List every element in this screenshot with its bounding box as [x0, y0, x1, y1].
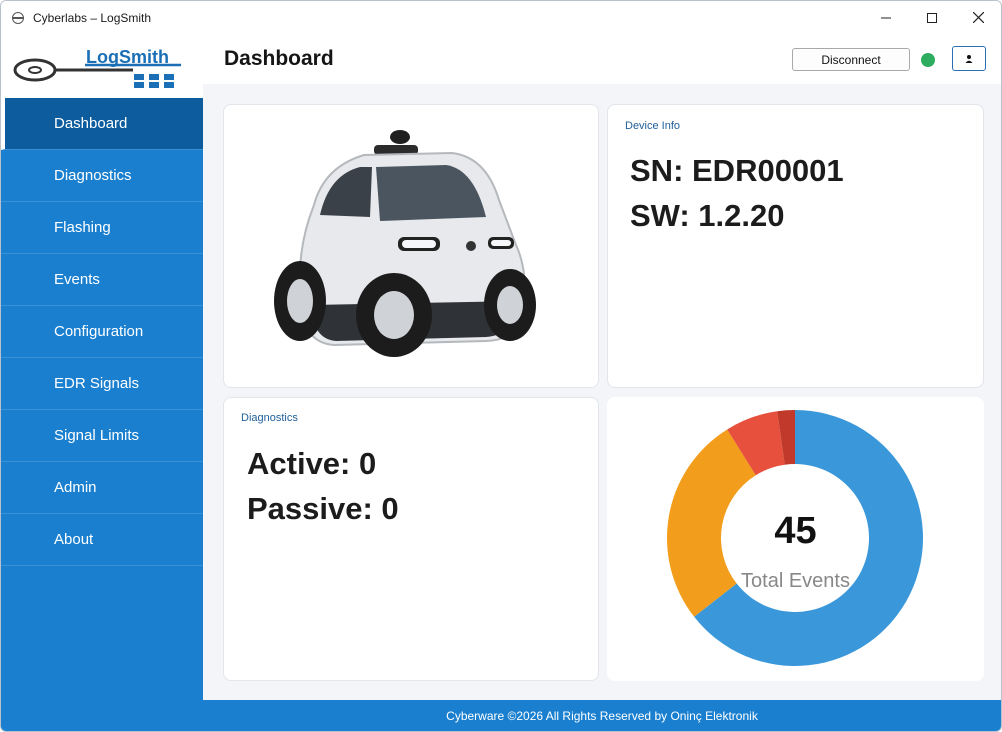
window-title: Cyberlabs – LogSmith	[33, 11, 152, 25]
sidebar-item-label: Flashing	[54, 219, 111, 236]
sidebar-item-label: Admin	[54, 479, 97, 496]
user-icon	[965, 54, 973, 63]
connection-status-indicator	[921, 53, 935, 67]
logo-text: LogSmith	[86, 47, 169, 67]
sidebar-nav: Dashboard Diagnostics Flashing Events Co…	[1, 98, 203, 566]
vehicle-image	[274, 130, 536, 357]
logo: LogSmith	[1, 34, 203, 98]
active-diagnostics-count: Active: 0	[247, 446, 377, 481]
sidebar-item-label: Dashboard	[54, 115, 128, 132]
sidebar-item-label: Signal Limits	[54, 427, 140, 444]
sidebar-item-label: Diagnostics	[54, 167, 132, 184]
maximize-button[interactable]	[909, 1, 955, 34]
footer: Cyberware ©2026 All Rights Reserved by O…	[203, 700, 1001, 731]
vehicle-image-card	[223, 104, 599, 388]
close-icon	[972, 12, 984, 23]
total-events-value: 45	[774, 510, 817, 552]
page-title: Dashboard	[224, 47, 334, 70]
sidebar-item-about[interactable]: About	[1, 514, 203, 566]
maximize-icon	[927, 12, 937, 23]
disconnect-button[interactable]: Disconnect	[792, 48, 910, 71]
sidebar-item-label: Configuration	[54, 323, 144, 340]
sidebar-item-label: About	[54, 531, 94, 548]
diagnostics-label: Diagnostics	[241, 412, 298, 424]
device-info-card: Device Info SN: EDR00001 SW: 1.2.20	[607, 104, 984, 388]
minimize-icon	[881, 17, 891, 18]
sidebar-item-events[interactable]: Events	[1, 254, 203, 306]
sidebar-item-label: Events	[54, 271, 100, 288]
sidebar-item-configuration[interactable]: Configuration	[1, 306, 203, 358]
device-info-label: Device Info	[625, 120, 681, 132]
logsmith-logo: LogSmith	[13, 47, 181, 88]
page-header: Dashboard Disconnect	[203, 34, 1001, 84]
serial-number: SN: EDR00001	[630, 153, 844, 188]
app-icon	[12, 12, 24, 24]
minimize-button[interactable]	[863, 1, 909, 34]
sidebar-item-flashing[interactable]: Flashing	[1, 202, 203, 254]
total-events-label: Total Events	[741, 570, 850, 592]
events-chart-card: 45 Total Events	[607, 397, 984, 681]
user-button[interactable]	[952, 46, 986, 71]
sidebar-item-label: EDR Signals	[54, 375, 140, 392]
sidebar-item-dashboard[interactable]: Dashboard	[1, 98, 203, 150]
app-window: Cyberlabs – LogSmith LogSmith Dashboard …	[0, 0, 1002, 732]
close-button[interactable]	[955, 1, 1001, 34]
sidebar-item-admin[interactable]: Admin	[1, 462, 203, 514]
diagnostics-card: Diagnostics Active: 0 Passive: 0	[223, 397, 599, 681]
sidebar-item-diagnostics[interactable]: Diagnostics	[1, 150, 203, 202]
sidebar-item-signal-limits[interactable]: Signal Limits	[1, 410, 203, 462]
software-version: SW: 1.2.20	[630, 198, 785, 233]
title-bar: Cyberlabs – LogSmith	[1, 1, 1001, 34]
passive-diagnostics-count: Passive: 0	[247, 491, 399, 526]
sidebar: LogSmith Dashboard Diagnostics Flashing …	[1, 34, 203, 731]
footer-text: Cyberware ©2026 All Rights Reserved by O…	[446, 708, 758, 723]
sidebar-item-edr-signals[interactable]: EDR Signals	[1, 358, 203, 410]
